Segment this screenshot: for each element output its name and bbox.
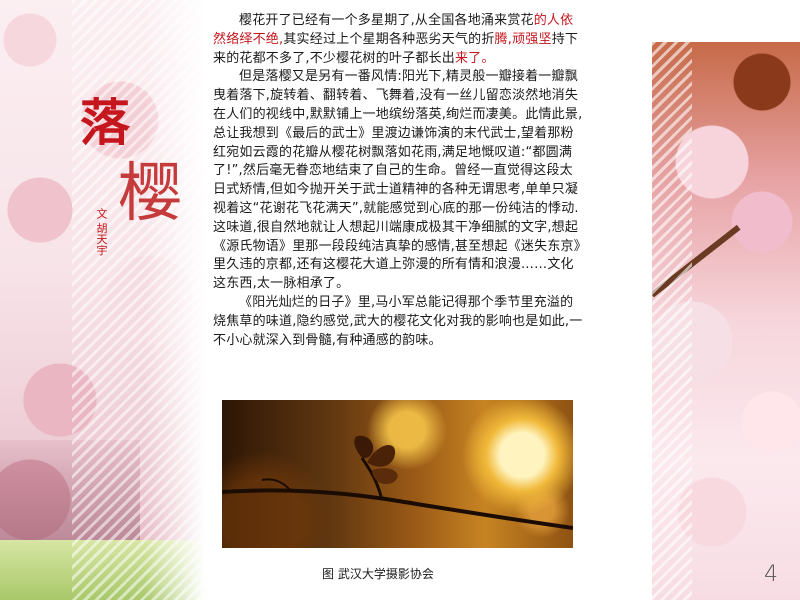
paragraph-1: 樱花开了已经有一个多星期了,从全国各地涌来赏花的人依然络绎不绝,其实经过上个星期… <box>213 12 585 68</box>
decorative-stripes <box>652 42 692 600</box>
article-photo <box>222 400 573 548</box>
title-char-luo: 落 <box>80 93 130 152</box>
paragraph-3: 《阳光灿烂的日子》里,马小军总能记得那个季节里充溢的烧焦草的味道,隐约感觉,武大… <box>213 294 583 348</box>
photo-caption: 图 武汉大学摄影协会 <box>322 567 434 581</box>
title-char-ying: 樱 <box>118 157 182 231</box>
highlight-segment: 来了。 <box>454 50 495 66</box>
highlight-segment: 腾,顽强坚 <box>494 31 552 47</box>
article-body: 樱花开了已经有一个多星期了,从全国各地涌来赏花的人依然络绎不绝,其实经过上个星期… <box>213 12 585 350</box>
branch-silhouette-drawing <box>222 435 573 530</box>
paragraph-2: 但是落樱又是另有一番风情:阳光下,精灵般一瓣接着一瓣飘曳着落下,旋转着、翻转着、… <box>213 69 583 292</box>
text-segment: 其实经过上个星期各种恶劣天气的折 <box>283 31 495 47</box>
page-number: 4 <box>764 562 778 587</box>
author-byline: 文 胡天宇 <box>95 208 108 256</box>
text-segment: 樱花开了已经有一个多星期了,从全国各地涌来赏花 <box>239 13 534 28</box>
cherry-blossom-background-left <box>0 0 205 600</box>
cherry-blossom-background-right <box>652 42 800 600</box>
fade-overlay <box>145 0 205 600</box>
